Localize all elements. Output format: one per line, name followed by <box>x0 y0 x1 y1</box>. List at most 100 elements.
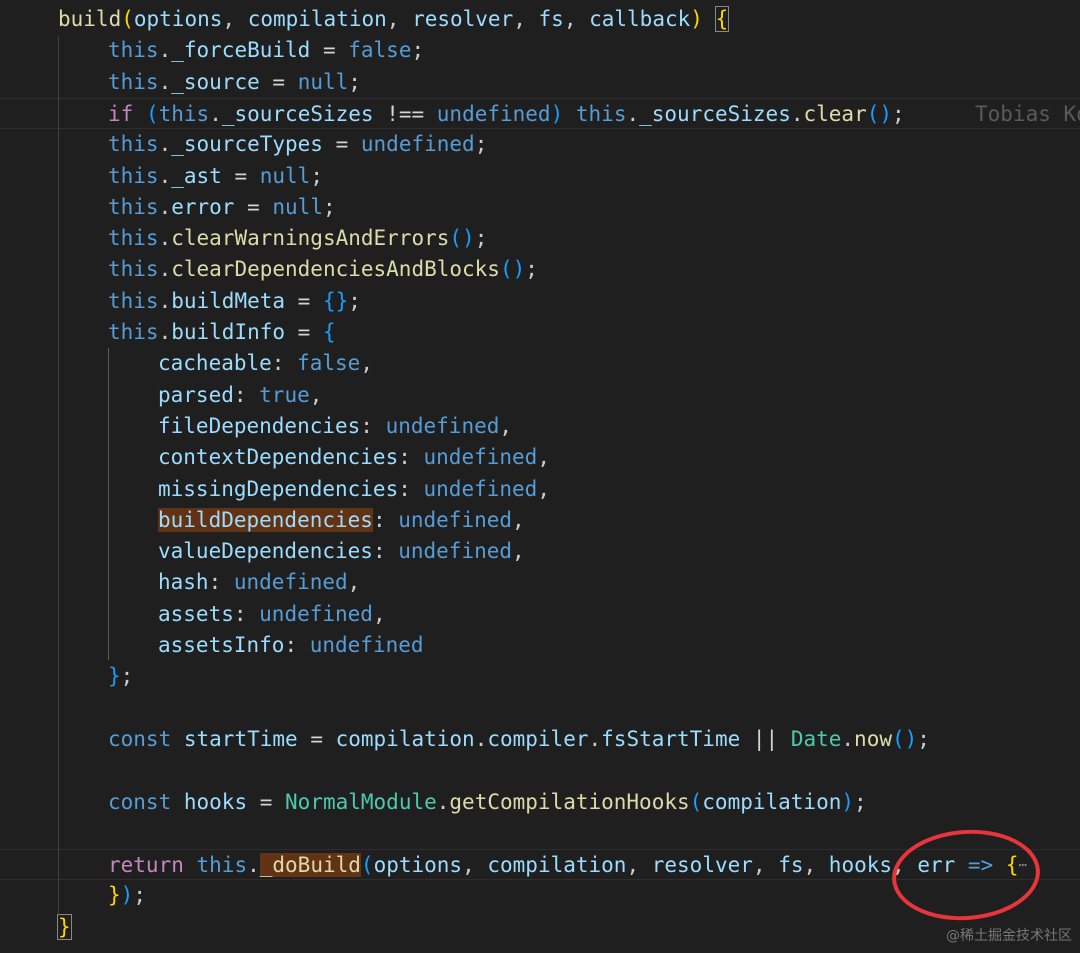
code-token: . <box>158 163 172 188</box>
code-line[interactable]: this.buildInfo = { <box>0 317 1080 348</box>
code-token: contextDependencies <box>158 445 399 470</box>
code-token: . <box>158 194 172 219</box>
code-token: options <box>133 7 223 31</box>
code-token: buildDependencies <box>158 507 373 532</box>
code-line[interactable]: if (this._sourceSizes !== undefined) thi… <box>0 97 1080 130</box>
code-token: , <box>563 7 590 31</box>
code-token: } <box>57 913 72 940</box>
code-token: . <box>158 132 172 157</box>
code-line[interactable]: const hooks = NormalModule.getCompilatio… <box>0 787 1080 818</box>
code-token: clear <box>803 101 867 126</box>
code-token: resolver <box>651 853 753 878</box>
code-line[interactable] <box>0 693 1080 724</box>
code-line[interactable]: contextDependencies: undefined, <box>0 442 1080 473</box>
code-token: return <box>108 853 184 878</box>
code-line[interactable]: fileDependencies: undefined, <box>0 411 1080 442</box>
code-line[interactable]: buildDependencies: undefined, <box>0 505 1080 536</box>
code-line[interactable]: parsed: true, <box>0 380 1080 411</box>
code-line[interactable]: valueDependencies: undefined, <box>0 536 1080 567</box>
code-token: this <box>108 257 159 282</box>
code-token: _source <box>171 69 260 94</box>
code-line[interactable]: const startTime = compilation.compiler.f… <box>0 724 1080 755</box>
code-token: null <box>297 69 349 94</box>
code-token: resolver <box>412 7 514 31</box>
code-token: compilation <box>335 726 475 751</box>
code-line[interactable]: assets: undefined, <box>0 599 1080 630</box>
code-token: . <box>158 288 172 313</box>
code-token: ) <box>841 789 855 814</box>
code-token: , <box>537 476 550 501</box>
code-line[interactable]: this.buildMeta = {}; <box>0 286 1080 317</box>
code-token: . <box>790 101 804 126</box>
code-token: = <box>234 194 273 219</box>
code-token: = <box>221 163 260 188</box>
code-token: undefined <box>309 633 424 657</box>
code-line[interactable]: this._sourceTypes = undefined; <box>0 129 1080 160</box>
code-token: this <box>108 320 159 344</box>
code-token: error <box>171 194 235 219</box>
code-token: true <box>259 382 310 407</box>
code-token: : <box>372 507 399 532</box>
code-line[interactable]: missingDependencies: undefined, <box>0 474 1080 505</box>
code-line[interactable]: this.clearWarningsAndErrors(); <box>0 223 1080 254</box>
code-token: _doBuild <box>259 853 361 878</box>
code-token: ; <box>474 132 488 157</box>
code-token: this <box>108 163 159 188</box>
code-token: ; <box>854 789 867 814</box>
code-token: ) <box>550 101 564 126</box>
code-line[interactable]: this.clearDependenciesAndBlocks(); <box>0 254 1080 285</box>
code-token: fileDependencies <box>158 413 361 438</box>
code-token: : <box>372 539 399 564</box>
code-token: , <box>803 853 829 878</box>
code-token: . <box>158 69 172 94</box>
code-line[interactable] <box>0 755 1080 786</box>
code-token: ; <box>310 163 323 188</box>
code-token: = <box>285 288 323 313</box>
code-token: callback <box>589 7 691 31</box>
code-token: false <box>297 351 361 376</box>
code-token: undefined <box>259 601 373 626</box>
code-line[interactable]: build(options, compilation, resolver, fs… <box>0 4 1080 35</box>
code-token: !== <box>373 101 437 126</box>
code-line[interactable]: this._forceBuild = false; <box>0 35 1080 66</box>
code-token: undefined <box>398 539 513 564</box>
code-token: ; <box>525 257 538 282</box>
code-editor[interactable]: build(options, compilation, resolver, fs… <box>0 0 1080 953</box>
code-line[interactable]: this._ast = null; <box>0 161 1080 192</box>
code-token: _sourceSizes <box>221 101 374 126</box>
code-token: startTime <box>183 726 298 751</box>
code-token: ) <box>690 7 703 31</box>
code-line[interactable]: cacheable: false, <box>0 348 1080 379</box>
code-token: , <box>537 445 550 470</box>
watermark: @稀土掘金技术社区 <box>946 928 1072 944</box>
code-line[interactable]: }; <box>0 661 1080 692</box>
code-line[interactable]: this._source = null; <box>0 67 1080 98</box>
code-line[interactable]: assetsInfo: undefined <box>0 630 1080 661</box>
code-token: this <box>108 38 159 63</box>
code-line[interactable]: hash: undefined, <box>0 567 1080 598</box>
code-line[interactable]: } <box>0 912 1080 943</box>
code-token: . <box>436 789 450 814</box>
code-token: parsed <box>158 382 234 407</box>
code-token: options <box>373 853 463 878</box>
code-token: , <box>512 507 525 532</box>
code-token: . <box>626 101 640 126</box>
code-token: undefined <box>423 476 538 501</box>
code-line[interactable]: this.error = null; <box>0 192 1080 223</box>
code-token: _ast <box>171 163 222 188</box>
code-token: this <box>575 101 627 126</box>
code-token: . <box>209 101 222 126</box>
code-token: null <box>259 163 311 188</box>
code-token: this <box>196 853 248 878</box>
code-token: ; <box>120 664 134 689</box>
code-token: = <box>322 132 361 157</box>
code-token: . <box>158 226 172 251</box>
code-token: undefined <box>423 445 538 470</box>
code-token: = <box>285 320 323 344</box>
code-token: { <box>322 320 336 344</box>
code-token: () <box>449 226 475 251</box>
code-token: . <box>158 257 172 282</box>
